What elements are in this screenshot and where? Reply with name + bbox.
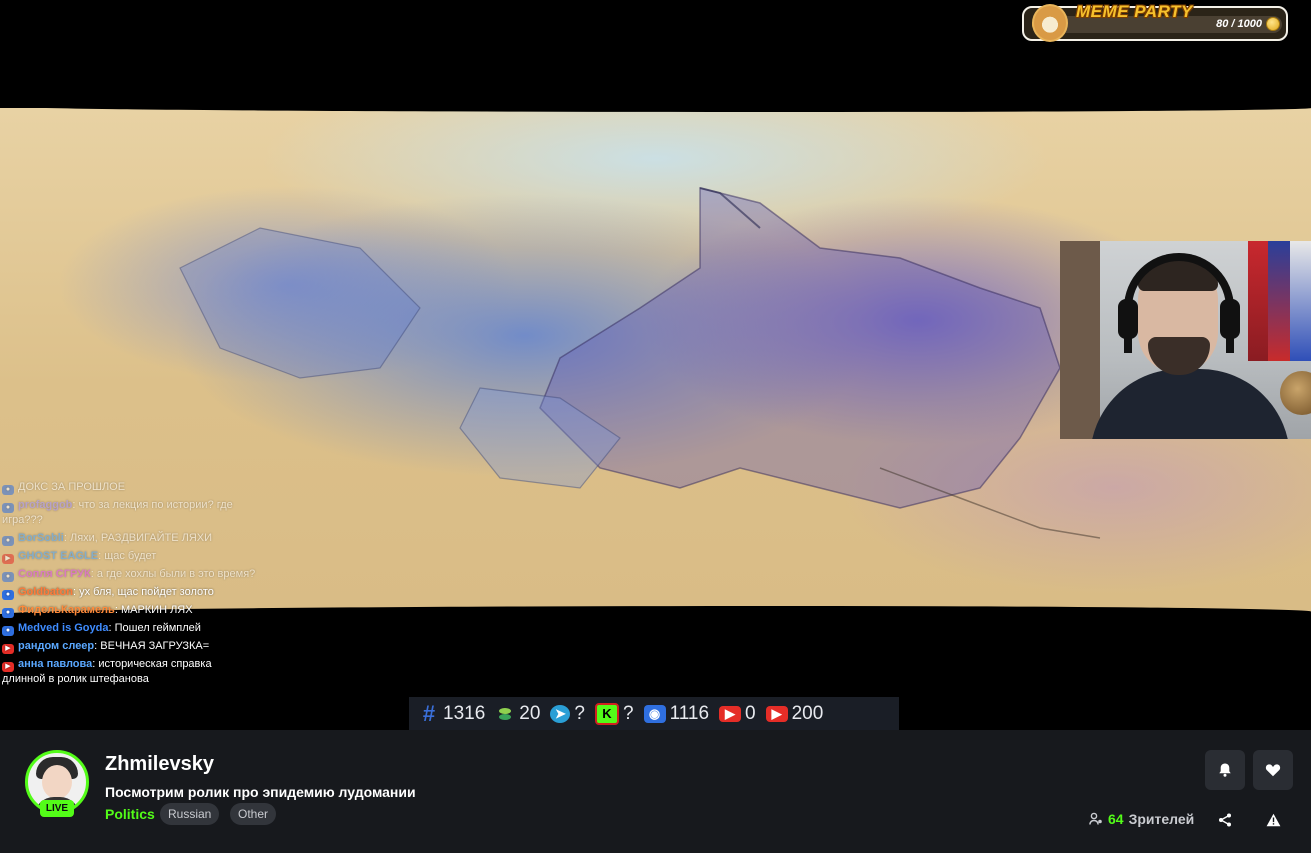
doge-icon bbox=[1032, 4, 1068, 42]
stream-title: Посмотрим ролик про эпидемию лудомании bbox=[105, 784, 416, 800]
viewer-count: 64 Зрителей bbox=[1089, 811, 1194, 827]
youtube-icon: ▶ bbox=[765, 705, 788, 722]
vk-icon: ● bbox=[2, 572, 14, 582]
vk-icon: ● bbox=[2, 626, 14, 636]
kick-icon: K bbox=[595, 702, 619, 725]
chat-text: Ляхи, РАЗДВИГАЙТЕ ЛЯХИ bbox=[69, 532, 213, 544]
chat-username[interactable]: profaggob bbox=[18, 499, 72, 511]
meme-party-title: MEME PARTY bbox=[1076, 2, 1193, 21]
stream-page: MEME PARTY 80 / 1000 ● ДОКС ЗА ПРОШЛОЕ ● pr… bbox=[0, 0, 1311, 853]
stat-kick: K? bbox=[595, 702, 634, 725]
stat-discord: 20 bbox=[495, 703, 540, 725]
stat-value: ? bbox=[574, 702, 585, 724]
viewer-count-label: Зрителей bbox=[1128, 811, 1195, 827]
globe bbox=[1280, 371, 1311, 415]
stat-youtube: ▶ 200 bbox=[765, 702, 824, 725]
vk-icon: ● bbox=[2, 536, 14, 546]
chat-message: ● Medved is Goyda: Пошел геймплей bbox=[2, 621, 257, 636]
chat-message: ▶ GHOST EAGLE: щас будет bbox=[2, 549, 257, 564]
notification-button[interactable] bbox=[1205, 750, 1245, 790]
viewer-count-number: 64 bbox=[1108, 811, 1124, 827]
chat-username[interactable]: BorSobli bbox=[18, 532, 64, 544]
stat-value: ? bbox=[623, 702, 634, 724]
stat-value: 200 bbox=[791, 702, 824, 724]
tag-russian[interactable]: Russian bbox=[160, 803, 220, 825]
flag bbox=[1290, 241, 1311, 361]
heart-icon bbox=[1265, 764, 1281, 777]
chat-overlay: ● ДОКС ЗА ПРОШЛОЕ ● profaggob: что за лекци… bbox=[2, 480, 257, 728]
youtube-icon: ▶ bbox=[2, 554, 14, 564]
chat-username[interactable]: Medved is Goyda bbox=[18, 622, 108, 634]
headset bbox=[1124, 253, 1234, 353]
meme-party-count: 80 / 1000 bbox=[1216, 18, 1262, 30]
warning-icon bbox=[1266, 813, 1280, 827]
chat-message: ▶ рандом слеер: ВЕЧНАЯ ЗАГРУЗКА= bbox=[2, 639, 257, 654]
vk-video-icon: ◉ bbox=[643, 704, 666, 723]
chat-text: щас будет bbox=[104, 550, 157, 562]
chat-username[interactable]: GHOST EAGLE bbox=[18, 550, 98, 562]
chat-username[interactable]: рандом слеер bbox=[18, 640, 94, 652]
meme-party-widget: MEME PARTY 80 / 1000 bbox=[1022, 2, 1288, 42]
video-player[interactable]: MEME PARTY 80 / 1000 ● ДОКС ЗА ПРОШЛОЕ ● pr… bbox=[0, 0, 1311, 730]
vk-icon: ● bbox=[2, 485, 14, 495]
stat-telegram: ➤? bbox=[550, 703, 585, 725]
platform-stats-bar: #1316 20 ➤? K? ◉ 1116 ▶ 0 ▶ 200 bbox=[409, 697, 899, 730]
chat-text: Пошел геймплей bbox=[114, 622, 201, 634]
follow-button[interactable] bbox=[1253, 750, 1293, 790]
webcam-feed bbox=[1060, 241, 1311, 439]
chat-message: ● Goldbaton: ух бля, щас пойдет золото bbox=[2, 585, 257, 600]
flag bbox=[1268, 241, 1290, 361]
chat-text: ДОКС ЗА ПРОШЛОЕ bbox=[18, 481, 126, 493]
chat-message: ● Сопля СГРУК: а где хохлы были в это вре… bbox=[2, 567, 257, 582]
hash-icon: # bbox=[422, 700, 436, 726]
share-button[interactable] bbox=[1215, 810, 1235, 830]
viewers-icon bbox=[1089, 812, 1102, 825]
chat-username[interactable]: ФидельКарамель bbox=[18, 604, 115, 616]
category-link[interactable]: Politics bbox=[105, 806, 155, 822]
youtube-icon: ▶ bbox=[719, 705, 742, 722]
tag-other[interactable]: Other bbox=[230, 803, 277, 825]
chat-text: ВЕЧНАЯ ЗАГРУЗКА= bbox=[100, 640, 210, 652]
stat-youtube: ▶ 0 bbox=[719, 703, 756, 725]
chat-username[interactable]: анна павлова bbox=[18, 658, 92, 670]
channel-name[interactable]: Zhmilevsky bbox=[105, 753, 214, 776]
telegram-icon: ➤ bbox=[550, 704, 571, 723]
chat-message: ● BorSobli: Ляхи, РАЗДВИГАЙТЕ ЛЯХИ bbox=[2, 531, 257, 546]
chat-username[interactable]: Goldbaton bbox=[18, 586, 73, 598]
youtube-icon: ▶ bbox=[2, 644, 14, 654]
report-button[interactable] bbox=[1263, 810, 1283, 830]
vk-icon: ● bbox=[2, 503, 14, 513]
flag bbox=[1248, 241, 1268, 361]
chat-username[interactable]: Сопля СГРУК bbox=[18, 568, 91, 580]
chat-text: а где хохлы были в это время? bbox=[96, 568, 256, 580]
stat-value: 0 bbox=[745, 702, 756, 724]
stat-vk-video: ◉ 1116 bbox=[643, 702, 710, 725]
discord-icon bbox=[495, 705, 515, 723]
chat-text: МАРКИН ЛЯХ bbox=[120, 604, 193, 616]
stream-info-bar: LIVE Zhmilevsky Посмотрим ролик про эпид… bbox=[0, 730, 1311, 853]
bell-icon bbox=[1219, 763, 1231, 777]
stat-value: 20 bbox=[519, 702, 541, 724]
live-badge: LIVE bbox=[40, 800, 74, 817]
chat-message: ● ФидельКарамель: МАРКИН ЛЯХ bbox=[2, 603, 257, 618]
stat-value: 1116 bbox=[669, 702, 710, 724]
youtube-icon: ▶ bbox=[2, 662, 14, 672]
chat-text: ух бля, щас пойдет золото bbox=[79, 586, 214, 598]
chat-message: ● profaggob: что за лекция по истории? гд… bbox=[2, 499, 233, 526]
stat-value: 1316 bbox=[443, 702, 486, 724]
vk-icon: ● bbox=[2, 608, 14, 618]
coin-icon bbox=[1266, 17, 1280, 31]
share-icon bbox=[1219, 813, 1231, 827]
stat-hash: #1316 bbox=[419, 700, 486, 726]
chat-message: ▶ анна павлова: историческая справка длин… bbox=[2, 658, 212, 685]
vk-icon: ● bbox=[2, 590, 14, 600]
chat-message: ● ДОКС ЗА ПРОШЛОЕ bbox=[2, 480, 257, 495]
